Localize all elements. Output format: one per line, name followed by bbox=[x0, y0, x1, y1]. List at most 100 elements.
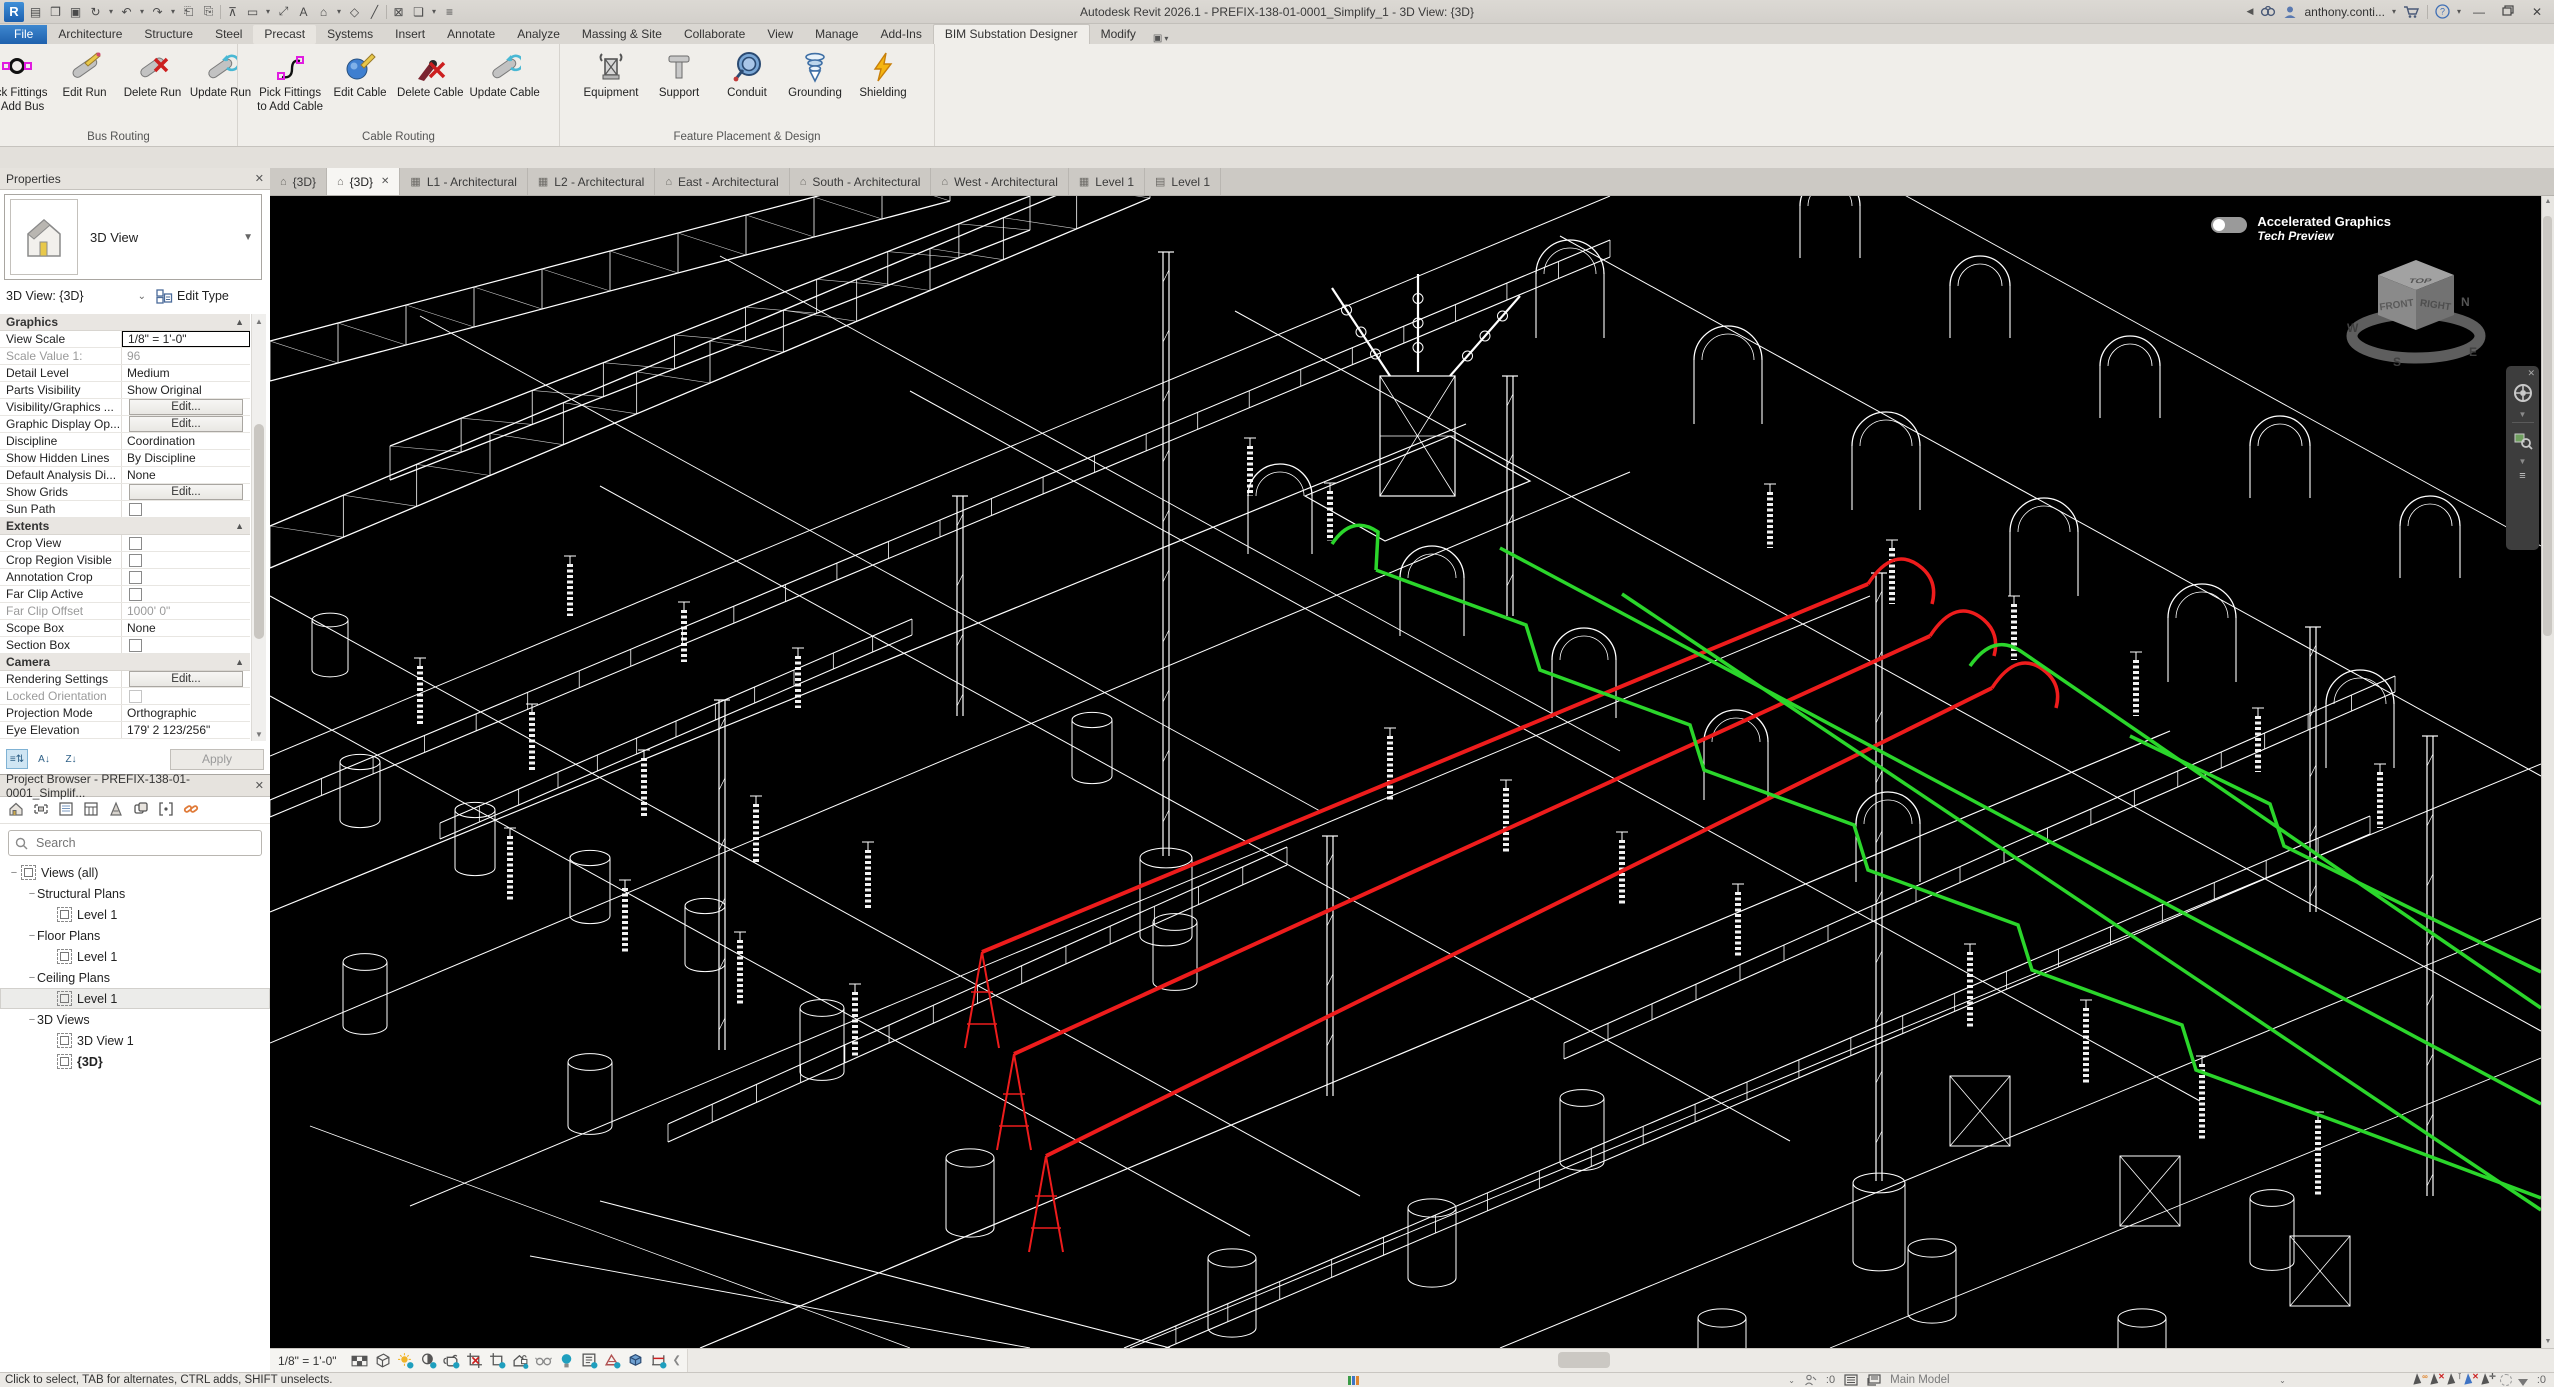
scroll-down-icon[interactable]: ▼ bbox=[252, 727, 266, 741]
property-value[interactable]: Orthographic bbox=[122, 705, 250, 721]
navbar-options-icon[interactable]: ≡ bbox=[2519, 470, 2525, 482]
browser-sheets-icon[interactable] bbox=[83, 801, 99, 820]
print-icon[interactable]: ⎗ bbox=[180, 3, 197, 20]
customize-qat-icon[interactable]: ≡ bbox=[441, 3, 458, 20]
view-control-collapse-icon[interactable]: ❮ bbox=[667, 1355, 687, 1366]
open-icon[interactable]: ❒ bbox=[47, 3, 64, 20]
edit-button[interactable]: Edit... bbox=[129, 416, 243, 432]
view-tab-east-architectural[interactable]: ⌂East - Architectural bbox=[655, 168, 789, 195]
ribbon-tab-annotate[interactable]: Annotate bbox=[436, 25, 506, 44]
section-header-extents[interactable]: Extents▲ bbox=[0, 518, 250, 535]
ribbon-tab-massing-site[interactable]: Massing & Site bbox=[571, 25, 673, 44]
apply-button[interactable]: Apply bbox=[170, 749, 264, 770]
browser-links-icon[interactable] bbox=[183, 801, 199, 820]
type-selector-caret-icon[interactable]: ▼ bbox=[243, 232, 253, 243]
view-tab-south-architectural[interactable]: ⌂South - Architectural bbox=[790, 168, 932, 195]
qat-caret-icon[interactable]: ▾ bbox=[138, 3, 146, 20]
search-icon[interactable] bbox=[2260, 5, 2276, 19]
help-caret-icon[interactable]: ▾ bbox=[2457, 7, 2461, 16]
browser-schedules-icon[interactable] bbox=[58, 801, 74, 820]
minimize-button[interactable]: — bbox=[2468, 5, 2490, 19]
tree-item-ceiling-plans[interactable]: −Ceiling Plans bbox=[0, 967, 270, 988]
navbar-caret-icon[interactable]: ▼ bbox=[2519, 410, 2527, 419]
ribbon-tab-bim-substation-designer[interactable]: BIM Substation Designer bbox=[933, 24, 1090, 44]
select-underlay-icon[interactable]: ✕ bbox=[2432, 1374, 2443, 1386]
property-value[interactable]: 1/8" = 1'-0" bbox=[122, 331, 250, 347]
browser-refs-icon[interactable] bbox=[158, 801, 174, 820]
ribbon-tab-view[interactable]: View bbox=[756, 25, 804, 44]
undo-icon[interactable]: ↶ bbox=[118, 3, 135, 20]
browser-families-icon[interactable] bbox=[108, 801, 124, 820]
tree-collapse-icon[interactable]: − bbox=[27, 1014, 37, 1026]
properties-header[interactable]: Properties ✕ bbox=[0, 168, 270, 190]
drawing-viewport[interactable]: Accelerated Graphics Tech Preview TOPFRO… bbox=[270, 196, 2541, 1348]
ribbon-tab-steel[interactable]: Steel bbox=[204, 25, 253, 44]
pick-fittings-to-add-cable-button[interactable]: Pick Fittings to Add Cable bbox=[254, 48, 326, 117]
tree-item-views-all-[interactable]: −Views (all) bbox=[0, 862, 270, 883]
tree-collapse-icon[interactable]: − bbox=[27, 972, 37, 984]
tree-item-3d-views[interactable]: −3D Views bbox=[0, 1009, 270, 1030]
ribbon-tab-architecture[interactable]: Architecture bbox=[47, 25, 133, 44]
reveal-constraints-icon[interactable] bbox=[650, 1352, 667, 1369]
tree-collapse-icon[interactable]: − bbox=[27, 930, 37, 942]
search-input[interactable] bbox=[34, 835, 255, 851]
sync-icon[interactable]: ↻ bbox=[87, 3, 104, 20]
file-properties-icon[interactable]: ▤ bbox=[27, 3, 44, 20]
checkbox[interactable] bbox=[129, 690, 142, 703]
shadows-icon[interactable] bbox=[420, 1352, 437, 1369]
checkbox[interactable] bbox=[129, 537, 142, 550]
tree-collapse-icon[interactable]: − bbox=[27, 888, 37, 900]
property-value[interactable]: 1000' 0" bbox=[122, 603, 250, 619]
checkbox[interactable] bbox=[129, 571, 142, 584]
view-tab--3d-[interactable]: ⌂{3D} bbox=[270, 168, 327, 195]
canvas-hscroll-thumb[interactable] bbox=[1558, 1352, 1610, 1368]
view-tab-close-icon[interactable]: ✕ bbox=[381, 176, 389, 187]
equipment-button[interactable]: Equipment bbox=[577, 48, 645, 102]
tree-item-floor-plans[interactable]: −Floor Plans bbox=[0, 925, 270, 946]
crop-region-icon[interactable] bbox=[489, 1352, 506, 1369]
dimension-icon[interactable]: ⤢ bbox=[275, 3, 292, 20]
instance-caret-icon[interactable]: ⌄ bbox=[138, 291, 146, 302]
store-cart-icon[interactable] bbox=[2403, 5, 2420, 19]
drag-on-selection-icon[interactable]: ✛ bbox=[2483, 1374, 2494, 1386]
edit-button[interactable]: Edit... bbox=[129, 399, 243, 415]
ribbon-display-caret-icon[interactable]: ▾ bbox=[1164, 34, 1168, 43]
grounding-button[interactable]: Grounding bbox=[781, 48, 849, 102]
edit-run-button[interactable]: Edit Run bbox=[51, 48, 119, 102]
view-cube[interactable]: TOPFRONTRIGHTWSEN bbox=[2331, 244, 2501, 374]
scroll-up-icon[interactable]: ▲ bbox=[252, 314, 266, 328]
ribbon-tab-insert[interactable]: Insert bbox=[384, 25, 436, 44]
tree-item-structural-plans[interactable]: −Structural Plans bbox=[0, 883, 270, 904]
ribbon-tab-systems[interactable]: Systems bbox=[316, 25, 384, 44]
ribbon-tab-file[interactable]: File bbox=[0, 25, 47, 44]
save-icon[interactable]: ▣ bbox=[67, 3, 84, 20]
properties-scrollbar[interactable]: ▲ ▼ bbox=[251, 314, 266, 741]
property-value[interactable]: 179' 2 123/256" bbox=[122, 722, 250, 738]
pick-fittings-to-add-bus-button[interactable]: Pick Fittings to Add Bus bbox=[0, 48, 51, 117]
account-name[interactable]: anthony.conti... bbox=[2304, 5, 2385, 19]
edit-cable-button[interactable]: Edit Cable bbox=[326, 48, 394, 102]
hide-analytical-icon[interactable] bbox=[604, 1352, 621, 1369]
tree-item-level-1[interactable]: Level 1 bbox=[0, 904, 270, 925]
section-header-graphics[interactable]: Graphics▲ bbox=[0, 314, 250, 331]
displacement-icon[interactable] bbox=[627, 1352, 644, 1369]
switch-windows-icon[interactable]: ❏ bbox=[410, 3, 427, 20]
property-value[interactable]: 96 bbox=[122, 348, 250, 364]
property-value[interactable]: Show Original bbox=[122, 382, 250, 398]
delete-cable-button[interactable]: Delete Cable bbox=[394, 48, 466, 102]
worksharing-icon[interactable] bbox=[1348, 1376, 1359, 1385]
temporary-view-properties-icon[interactable] bbox=[581, 1352, 598, 1369]
view-tab-west-architectural[interactable]: ⌂West - Architectural bbox=[931, 168, 1068, 195]
sort-az-icon[interactable]: A↓ bbox=[33, 749, 55, 769]
account-caret-icon[interactable]: ▾ bbox=[2392, 7, 2396, 16]
qat-caret-icon[interactable]: ▾ bbox=[169, 3, 177, 20]
render-icon[interactable] bbox=[443, 1352, 460, 1369]
section-collapse-icon[interactable]: ▲ bbox=[235, 521, 244, 531]
conduit-button[interactable]: Conduit bbox=[713, 48, 781, 102]
ribbon-tab-precast[interactable]: Precast bbox=[253, 25, 316, 44]
property-value[interactable]: Medium bbox=[122, 365, 250, 381]
editable-only-icon[interactable] bbox=[1804, 1374, 1817, 1386]
close-hidden-windows-icon[interactable]: ⊠ bbox=[390, 3, 407, 20]
restore-button[interactable] bbox=[2497, 5, 2519, 19]
instance-selector[interactable]: 3D View: {3D} bbox=[6, 289, 84, 303]
